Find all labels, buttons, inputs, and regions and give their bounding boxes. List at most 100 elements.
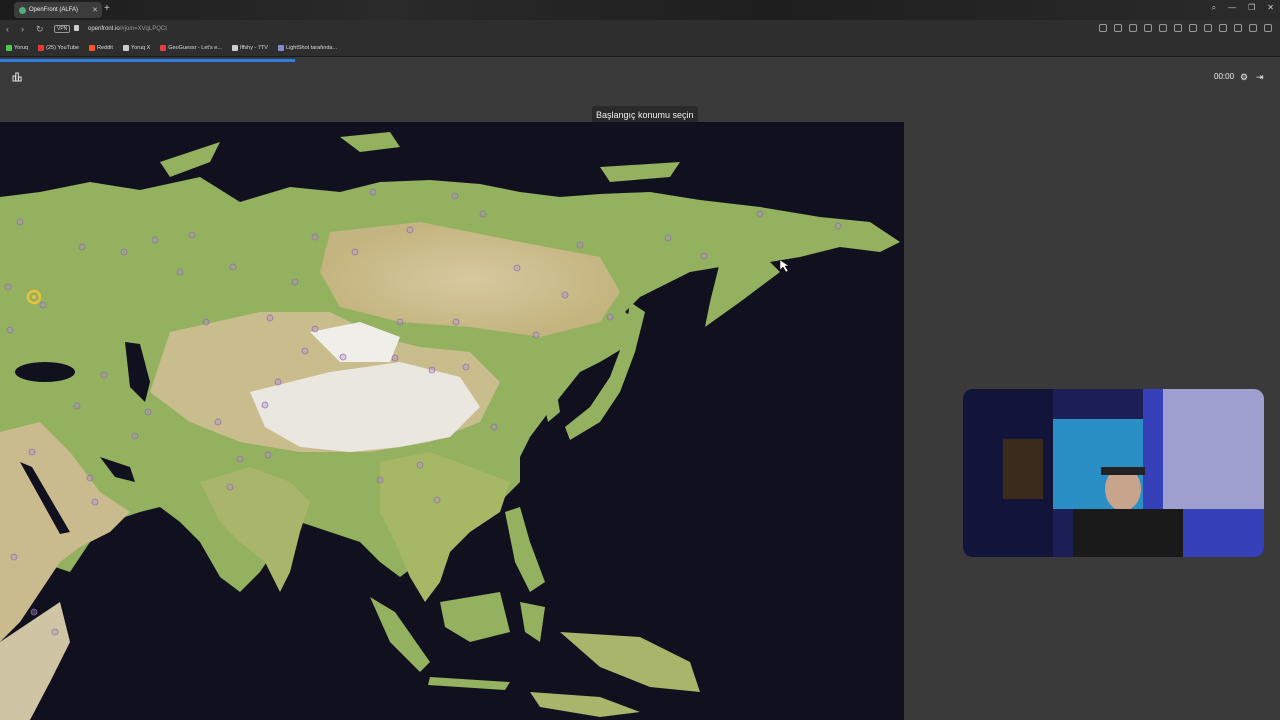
spawn-point[interactable] [479, 210, 487, 218]
spawn-point[interactable] [376, 476, 384, 484]
heart-icon[interactable] [1174, 24, 1182, 32]
back-icon[interactable]: ‹ [6, 24, 9, 35]
spawn-point[interactable] [451, 192, 459, 200]
fox-extension-icon[interactable] [1234, 24, 1242, 32]
spawn-point[interactable] [51, 628, 59, 636]
spawn-point[interactable] [10, 553, 18, 561]
bookmark-item[interactable]: Iffshy - 7TV [231, 45, 268, 51]
spawn-point[interactable] [266, 314, 274, 322]
spawn-point[interactable] [462, 363, 470, 371]
spawn-point[interactable] [513, 264, 521, 272]
bookmark-item[interactable]: Yoruq [6, 45, 28, 51]
spawn-point[interactable] [131, 432, 139, 440]
menu-icon[interactable] [1189, 24, 1197, 32]
philippines[interactable] [505, 507, 545, 592]
shield-icon[interactable] [1129, 24, 1137, 32]
spawn-point[interactable] [188, 231, 196, 239]
reload-icon[interactable]: ↻ [36, 24, 44, 35]
sumatra[interactable] [370, 597, 430, 672]
bookmark-item[interactable]: Reddit [89, 45, 113, 51]
spawn-point[interactable] [73, 402, 81, 410]
spawn-point[interactable] [576, 241, 584, 249]
spawn-point[interactable] [39, 301, 47, 309]
spawn-point[interactable] [78, 243, 86, 251]
map-terrain[interactable] [0, 122, 904, 720]
spawn-point[interactable] [100, 371, 108, 379]
spawn-point[interactable] [264, 451, 272, 459]
spawn-point[interactable] [834, 222, 842, 230]
spawn-point[interactable] [28, 448, 36, 456]
settings-gear-icon[interactable]: ⚙ [1240, 72, 1248, 83]
spawn-point[interactable] [16, 218, 24, 226]
close-tab-icon[interactable]: ✕ [92, 6, 98, 14]
spawn-point[interactable] [416, 461, 424, 469]
lock-icon[interactable] [74, 25, 79, 31]
spawn-point[interactable] [311, 325, 319, 333]
spawn-point[interactable] [91, 498, 99, 506]
arctic-islands[interactable] [160, 142, 220, 177]
spawn-point[interactable] [176, 268, 184, 276]
arctic-islands[interactable] [600, 162, 680, 182]
spawn-point[interactable] [433, 496, 441, 504]
spawn-point[interactable] [561, 291, 569, 299]
spawn-point[interactable] [291, 278, 299, 286]
spawn-point[interactable] [151, 236, 159, 244]
spawn-point[interactable] [490, 423, 498, 431]
spawn-point[interactable] [120, 248, 128, 256]
exit-game-icon[interactable]: ⇥ [1256, 72, 1264, 83]
spawn-point[interactable] [406, 226, 414, 234]
spawn-point[interactable] [664, 234, 672, 242]
spawn-point[interactable] [229, 263, 237, 271]
spawn-point[interactable] [30, 608, 38, 616]
spawn-point[interactable] [261, 401, 269, 409]
spawn-point[interactable] [6, 326, 14, 334]
minimize-icon[interactable]: — [1228, 3, 1236, 13]
spawn-point[interactable] [144, 408, 152, 416]
sulawesi[interactable] [520, 602, 545, 642]
bookmark-item[interactable]: LightShot tarafında... [277, 45, 337, 51]
search-tabs-icon[interactable]: ⌕ [1212, 3, 1216, 13]
arctic-islands[interactable] [340, 132, 400, 152]
settings-icon[interactable] [1249, 24, 1257, 32]
spawn-point[interactable] [351, 248, 359, 256]
vpn-badge[interactable]: VPN [54, 25, 71, 33]
lesser-sunda[interactable] [530, 692, 640, 717]
java[interactable] [428, 677, 510, 690]
spawn-point[interactable] [339, 353, 347, 361]
close-window-icon[interactable]: ✕ [1267, 3, 1274, 13]
spawn-point[interactable] [396, 318, 404, 326]
screenshot-icon[interactable] [1099, 24, 1107, 32]
spawn-point[interactable] [274, 378, 282, 386]
leaderboard-icon[interactable] [12, 72, 22, 82]
bookmark-item[interactable]: (25) YouTube [38, 45, 79, 51]
spawn-point[interactable] [236, 455, 244, 463]
bookmark-item[interactable]: Yoruq X [122, 45, 150, 51]
spawn-point[interactable] [86, 474, 94, 482]
spawn-point[interactable] [226, 483, 234, 491]
spawn-point[interactable] [606, 313, 614, 321]
spawn-point[interactable] [4, 283, 12, 291]
spawn-point[interactable] [214, 418, 222, 426]
url-field[interactable]: openfront.io/#join=XVqLPQCt [88, 26, 167, 32]
forward-icon[interactable]: › [21, 24, 24, 35]
camera-icon[interactable] [1114, 24, 1122, 32]
profile-icon[interactable] [1219, 24, 1227, 32]
spawn-point[interactable] [756, 210, 764, 218]
new-guinea[interactable] [560, 632, 700, 692]
spawn-point[interactable] [428, 366, 436, 374]
spawn-point[interactable] [532, 331, 540, 339]
spawn-point[interactable] [452, 318, 460, 326]
browser-tab[interactable]: OpenFront (ALFA) ✕ [14, 2, 102, 18]
game-map[interactable] [0, 122, 904, 720]
spawn-point[interactable] [391, 354, 399, 362]
extension-icon[interactable] [1144, 24, 1152, 32]
spawn-point[interactable] [369, 188, 377, 196]
spawn-point[interactable] [301, 347, 309, 355]
borneo[interactable] [440, 592, 510, 642]
new-tab-icon[interactable]: + [104, 3, 110, 14]
maximize-icon[interactable]: ❐ [1248, 3, 1255, 13]
spawn-point[interactable] [202, 318, 210, 326]
download-icon[interactable] [1204, 24, 1212, 32]
play-icon[interactable] [1159, 24, 1167, 32]
spawn-point[interactable] [311, 233, 319, 241]
